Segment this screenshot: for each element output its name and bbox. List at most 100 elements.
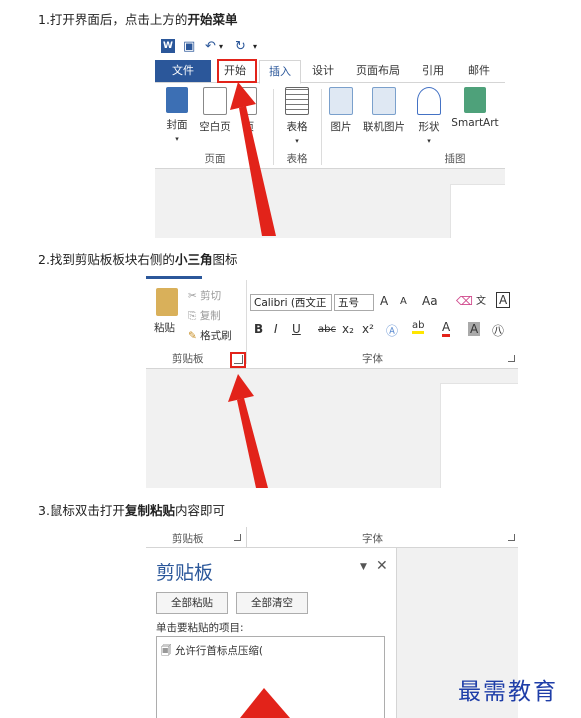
dropdown-arrow-icon: ▾	[427, 137, 431, 145]
page-break-icon	[241, 87, 257, 115]
grow-font-button[interactable]: A	[380, 294, 388, 308]
customize-toolbar-icon[interactable]: ▾	[253, 42, 257, 51]
picture-icon	[329, 87, 353, 115]
ribbon-screenshot-home: 粘贴 ✂ 剪切 ⎘ 复制 ✎ 格式刷 剪贴板 Calibri (西文正 五号 A…	[146, 276, 518, 488]
home-ribbon: 粘贴 ✂ 剪切 ⎘ 复制 ✎ 格式刷 剪贴板 Calibri (西文正 五号 A…	[146, 276, 518, 369]
character-border-icon[interactable]: A	[496, 292, 511, 308]
smartart-button[interactable]: SmartArt	[447, 87, 503, 129]
illustrations-group-label: 插图	[444, 153, 466, 165]
font-launcher-icon[interactable]	[508, 534, 515, 541]
shapes-label: 形状	[418, 121, 440, 133]
strikethrough-button[interactable]: abc	[318, 324, 336, 335]
step-3-bold: 复制粘贴	[124, 503, 175, 518]
blank-page-button[interactable]: 空白页	[193, 87, 237, 134]
save-icon[interactable]: ▣	[183, 39, 195, 54]
step-2-suffix: 图标	[212, 252, 238, 267]
clipboard-launcher-icon[interactable]	[234, 534, 241, 541]
bold-button[interactable]: B	[254, 322, 263, 336]
change-case-button[interactable]: Aa	[422, 294, 438, 308]
step-1-text: 1.打开界面后，点击上方的开始菜单	[38, 9, 237, 28]
clear-format-icon[interactable]: ⌫	[456, 294, 473, 308]
paste-all-button[interactable]: 全部粘贴	[156, 592, 228, 614]
tab-mailings[interactable]: 邮件	[459, 60, 499, 82]
tab-page-layout[interactable]: 页面布局	[349, 60, 407, 82]
tab-references[interactable]: 引用	[415, 60, 451, 82]
tab-insert[interactable]: 插入	[259, 60, 301, 84]
step-2-text: 2.找到剪贴板板块右侧的小三角图标	[38, 249, 237, 268]
clipboard-items-list: 🗐 允许行首标点压缩(	[156, 636, 385, 718]
pictures-label: 图片	[330, 121, 352, 133]
quick-access-toolbar: W ▣ ↶ ▾ ↻ ▾	[155, 33, 505, 59]
step-1-prefix: 1.打开界面后，点击上方的	[38, 12, 188, 27]
cover-page-label: 封面	[166, 119, 188, 131]
shapes-icon	[417, 87, 441, 115]
text-effects-button[interactable]: Ⓐ	[386, 322, 398, 339]
pictures-button[interactable]: 图片	[319, 87, 363, 134]
document-area	[155, 169, 505, 238]
font-group-label: 字体	[362, 353, 383, 365]
document-page[interactable]	[440, 383, 518, 488]
font-size-select[interactable]: 五号	[334, 294, 374, 311]
italic-button[interactable]: I	[274, 322, 278, 336]
group-separator	[246, 527, 247, 547]
group-separator	[273, 89, 274, 165]
table-button[interactable]: 表格 ▾	[275, 87, 319, 146]
cover-page-icon	[166, 87, 188, 113]
format-painter-icon: ✎	[188, 330, 201, 342]
clipboard-pane-title: 剪贴板	[156, 562, 214, 584]
clear-all-button[interactable]: 全部清空	[236, 592, 308, 614]
page-break-label: 页	[243, 121, 255, 133]
tab-design[interactable]: 设计	[305, 60, 341, 82]
font-color-button[interactable]: A	[442, 320, 451, 337]
shrink-font-button[interactable]: A	[400, 296, 407, 307]
shapes-button[interactable]: 形状 ▾	[407, 87, 451, 146]
online-pictures-button[interactable]: 联机图片	[359, 87, 409, 134]
format-painter-label: 格式刷	[200, 330, 232, 342]
paste-icon	[156, 288, 178, 316]
ribbon-group-labels: 剪贴板 字体	[146, 527, 518, 548]
redo-icon[interactable]: ↻	[235, 39, 246, 54]
step-3-suffix: 内容即可	[174, 503, 225, 518]
ribbon-screenshot-insert: W ▣ ↶ ▾ ↻ ▾ 文件 开始 插入 设计 页面布局 引用 邮件 封面 ▾ 空…	[155, 33, 505, 238]
copy-button[interactable]: ⎘ 复制	[188, 308, 221, 323]
close-icon[interactable]: ✕	[376, 558, 388, 574]
online-pictures-label: 联机图片	[363, 121, 405, 133]
step-1-bold: 开始菜单	[187, 12, 238, 27]
underline-button[interactable]: U	[292, 322, 301, 336]
clipboard-item-text: 允许行首标点压缩(	[174, 645, 263, 657]
home-tab-highlight-box	[217, 59, 257, 83]
document-icon: 🗐	[161, 645, 175, 657]
ribbon-tabs: 文件 开始 插入 设计 页面布局 引用 邮件	[155, 60, 505, 84]
font-family-select[interactable]: Calibri (西文正	[250, 294, 332, 311]
group-separator	[246, 280, 247, 364]
step-2-bold: 小三角	[174, 252, 213, 267]
cut-label: 剪切	[200, 290, 222, 302]
ribbon-top-accent	[146, 276, 202, 279]
pane-options-icon[interactable]: ▼	[360, 562, 367, 572]
cut-button[interactable]: ✂ 剪切	[188, 288, 221, 303]
clipboard-group-label: 剪贴板	[172, 353, 204, 365]
enclose-characters-icon[interactable]: ㊇	[492, 322, 504, 339]
font-launcher-icon[interactable]	[508, 355, 515, 362]
pages-group-label: 页面	[204, 153, 226, 165]
phonetic-guide-icon[interactable]: 文	[476, 292, 486, 307]
smartart-icon	[464, 87, 486, 113]
page-break-button[interactable]: 页	[233, 87, 265, 134]
paste-button[interactable]: 粘贴	[154, 320, 175, 335]
clipboard-group-label: 剪贴板	[172, 533, 204, 545]
highlight-button[interactable]: ab	[412, 320, 425, 334]
font-group-label: 字体	[362, 533, 383, 545]
document-page[interactable]	[450, 184, 505, 238]
word-logo-icon: W	[161, 39, 175, 53]
superscript-button[interactable]: x²	[362, 322, 374, 336]
format-painter-button[interactable]: ✎ 格式刷	[188, 328, 232, 343]
blank-page-icon	[203, 87, 227, 115]
character-shading-button[interactable]: A	[468, 322, 481, 336]
undo-dropdown-icon[interactable]: ▾	[219, 42, 223, 51]
tab-file[interactable]: 文件	[155, 60, 211, 82]
subscript-button[interactable]: x₂	[342, 322, 354, 336]
watermark: 最需教育	[458, 679, 558, 705]
undo-icon[interactable]: ↶	[205, 39, 216, 54]
copy-label: 复制	[199, 310, 221, 322]
list-item[interactable]: 🗐 允许行首标点压缩(	[161, 643, 263, 661]
